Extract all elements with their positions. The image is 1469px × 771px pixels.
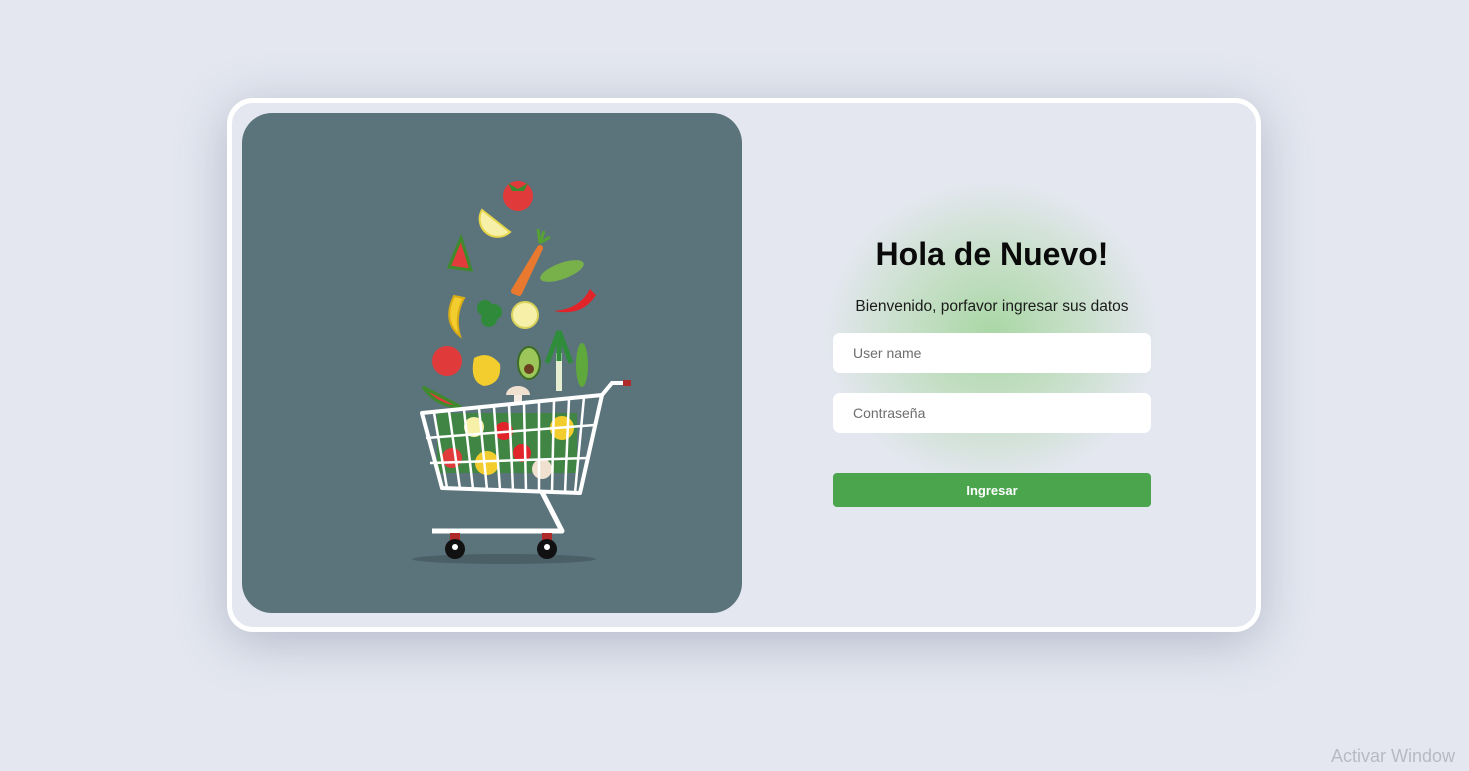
login-card: Hola de Nuevo! Bienvenido, porfavor ingr…: [227, 98, 1261, 632]
login-button[interactable]: Ingresar: [833, 473, 1151, 507]
shopping-cart-with-vegetables-icon: [412, 181, 631, 564]
password-input[interactable]: [833, 393, 1151, 433]
page-subtitle: Bienvenido, porfavor ingresar sus datos: [855, 298, 1129, 315]
username-input[interactable]: [833, 333, 1151, 373]
activation-watermark: Activar Window: [1331, 746, 1456, 766]
page-title: Hola de Nuevo!: [875, 236, 1109, 272]
illustration-panel: [242, 113, 742, 613]
